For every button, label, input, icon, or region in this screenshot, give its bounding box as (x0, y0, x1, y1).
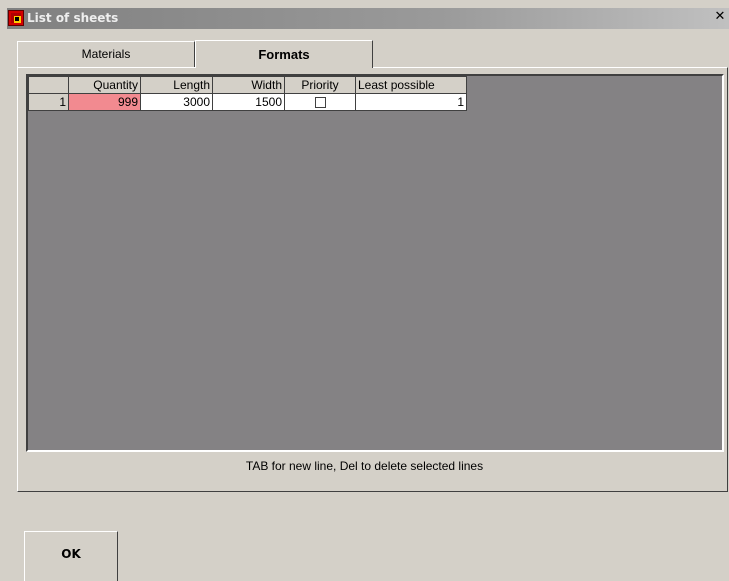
ok-button[interactable]: OK (24, 531, 118, 581)
least-possible-cell[interactable]: 1 (355, 93, 467, 111)
window-title: List of sheets (27, 11, 119, 25)
close-icon[interactable]: ✕ (713, 10, 727, 24)
tab-formats[interactable]: Formats (195, 40, 373, 68)
status-hint: TAB for new line, Del to delete selected… (245, 459, 484, 473)
column-header-least-possible[interactable]: Least possible (355, 76, 467, 94)
column-header-priority[interactable]: Priority (284, 76, 356, 94)
priority-cell[interactable] (284, 93, 356, 111)
app-icon (8, 10, 24, 26)
priority-checkbox[interactable] (314, 97, 326, 109)
formats-grid[interactable]: Quantity Length Width Priority Least pos… (26, 74, 724, 452)
formats-table: Quantity Length Width Priority Least pos… (28, 76, 467, 111)
row-number-cell[interactable]: 1 (28, 93, 69, 111)
column-header-length[interactable]: Length (140, 76, 213, 94)
tab-materials[interactable]: Materials (17, 41, 195, 67)
length-cell[interactable]: 3000 (140, 93, 213, 111)
header-row: Quantity Length Width Priority Least pos… (28, 76, 467, 94)
corner-header (28, 76, 69, 94)
title-bar[interactable]: List of sheets ✕ (7, 8, 729, 29)
table-row[interactable]: 1 999 3000 1500 1 (28, 93, 467, 111)
column-header-width[interactable]: Width (212, 76, 285, 94)
width-cell[interactable]: 1500 (212, 93, 285, 111)
quantity-cell[interactable]: 999 (68, 93, 141, 111)
column-header-quantity[interactable]: Quantity (68, 76, 141, 94)
